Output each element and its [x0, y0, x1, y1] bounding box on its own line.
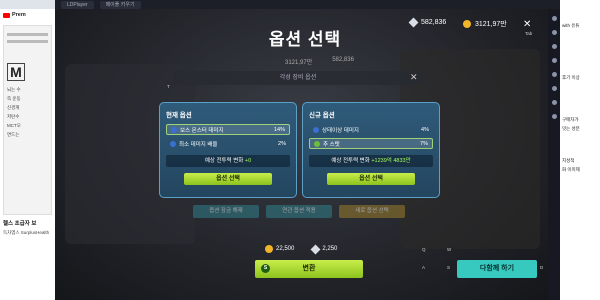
doc-heading: M: [7, 63, 25, 81]
option-value: 4%: [421, 126, 429, 133]
doc-text: MCT오: [7, 123, 21, 128]
sidebar-item[interactable]: 화 이미제: [562, 167, 598, 173]
power-change: 예상 전투력 변화 +1239억 4833만: [309, 155, 433, 167]
emulator-titlebar: LDPlayer 메이플 키우기: [55, 0, 600, 9]
key-hint: Q: [422, 247, 426, 252]
doc-text: 면드는: [7, 132, 20, 137]
green-dot-icon: [314, 140, 320, 147]
key-hint: T: [167, 84, 170, 89]
coin-cost: 22,500: [276, 246, 295, 252]
key-hint: A: [422, 265, 426, 270]
sidebar-item[interactable]: 잇는 성분: [562, 126, 598, 132]
tool-icon[interactable]: [551, 86, 557, 91]
doc-text: 신경계: [7, 105, 20, 110]
doc-text: 저탄수: [7, 114, 20, 119]
blue-dot-icon: [313, 126, 319, 133]
gem-icon: [310, 244, 321, 254]
key-badge-icon: S: [261, 264, 270, 273]
option-name: 상태이상 데미지: [322, 127, 359, 134]
right-browser-sidebar: with 유튜 후기 이상 구매자가 잇는 성분 지성적 화 이미제: [560, 0, 600, 300]
tab-ldplayer[interactable]: LDPlayer: [61, 0, 94, 9]
panel-header: 신규 옵션: [309, 112, 335, 119]
new-option-panel: 신규 옵션 상태이상 데미지 4% 추 스탯 7% 예상 전투력 변화 +123…: [302, 102, 440, 198]
browser-pane: Prem M 뇌는 수 즉 운동 신경계 저탄수 MCT오 면드는 헬스 초급자…: [0, 0, 55, 300]
bg-select-button: 새로 옵션 선택: [339, 205, 405, 218]
tool-icon[interactable]: [551, 16, 557, 21]
option-value: 14%: [273, 126, 285, 133]
power-change: 예상 전투력 변화 +0: [166, 155, 290, 167]
tool-icon[interactable]: [551, 58, 557, 63]
sidebar-item[interactable]: 지성적: [562, 158, 598, 164]
key-hint: D: [540, 265, 544, 270]
bg-gem-amount: 582,836: [332, 57, 354, 63]
power-change-label: 예상 전투력 변화: [331, 158, 370, 164]
tool-icon[interactable]: [551, 44, 557, 49]
doc-text: 뇌는 수: [7, 87, 21, 92]
blue-dot-icon: [170, 140, 176, 147]
current-option-panel: 현재 옵션 보스 몬스터 데미지 14% 최소 데미지 배율 2% 예상 전투력…: [159, 102, 297, 198]
browser-chrome: [0, 0, 55, 9]
youtube-header[interactable]: Prem: [0, 9, 55, 21]
dialog-header: 각성 장비 옵션: [173, 71, 423, 85]
coin-icon: [463, 20, 471, 28]
coin-amount: 3121,97만: [475, 21, 507, 28]
convert-cost: 22,500 2,250: [265, 244, 338, 254]
power-change-label: 예상 전투력 변화: [204, 158, 244, 164]
gem-icon: [408, 17, 419, 28]
sidebar-item[interactable]: 후기 이상: [562, 75, 598, 81]
gem-currency: 582,836: [408, 17, 447, 28]
video-title[interactable]: 헬스 초급자 보: [0, 219, 55, 227]
bg-lock-button: 옵션 잠금 해제: [193, 205, 259, 218]
power-change-value: +1239억 4833만: [371, 158, 411, 164]
bg-apply-button: 연관 옵션 적용: [266, 205, 332, 218]
game-screen[interactable]: 옵션 선택 582,836 3121,97만 ✕ Tab 3121,97만 58…: [55, 9, 548, 300]
panel-header: 현재 옵션: [166, 112, 192, 119]
gem-cost: 2,250: [322, 246, 338, 252]
sidebar-item[interactable]: with 유튜: [562, 23, 598, 29]
tool-icon[interactable]: [551, 114, 557, 119]
doc-text: 즉 운동: [7, 96, 21, 101]
option-name: 보스 몬스터 데미지: [180, 127, 224, 134]
doc-line: [7, 33, 48, 36]
youtube-logo-icon: [3, 12, 10, 18]
channel-name[interactable]: 득차엠스 SurplusHealth: [0, 227, 55, 239]
coin-currency: 3121,97만: [463, 19, 507, 29]
select-current-option-button[interactable]: 옵션 선택: [184, 173, 272, 185]
emulator-toolbar: [548, 10, 560, 300]
key-hint: W: [447, 247, 452, 252]
convert-button[interactable]: S 변환: [255, 260, 363, 278]
tool-icon[interactable]: [551, 72, 557, 77]
select-new-option-button[interactable]: 옵션 선택: [327, 173, 415, 185]
video-frame[interactable]: M 뇌는 수 즉 운동 신경계 저탄수 MCT오 면드는: [3, 25, 52, 215]
background-currency: 3121,97만 582,836: [285, 57, 354, 66]
tab-game[interactable]: 메이플 키우기: [99, 0, 141, 9]
coin-icon: [265, 245, 273, 253]
option-row[interactable]: 상태이상 데미지 4%: [309, 124, 433, 135]
blue-dot-icon: [171, 126, 177, 133]
option-value: 7%: [420, 140, 428, 147]
page-title: 옵션 선택: [268, 30, 342, 49]
option-value: 2%: [278, 140, 286, 147]
option-row[interactable]: 최소 데미지 배율 2%: [166, 138, 290, 149]
together-button[interactable]: 다함께 하기: [457, 260, 537, 278]
doc-line: [7, 40, 48, 43]
option-row[interactable]: 추 스탯 7%: [309, 138, 433, 149]
tool-icon[interactable]: [551, 30, 557, 35]
option-name: 최소 데미지 배율: [179, 141, 218, 148]
convert-label: 변환: [302, 265, 316, 272]
dialog-close-icon[interactable]: ✕: [410, 72, 418, 83]
option-row[interactable]: 보스 몬스터 데미지 14%: [166, 124, 290, 135]
youtube-logo-text: Prem: [12, 12, 26, 18]
power-change-value: +0: [244, 158, 252, 164]
sidebar-item[interactable]: 구매자가: [562, 117, 598, 123]
key-hint: S: [447, 265, 451, 270]
tool-icon[interactable]: [551, 100, 557, 105]
bg-coin-amount: 3121,97만: [285, 60, 313, 66]
tab-key-hint: Tab: [525, 31, 533, 36]
option-name: 추 스탯: [323, 141, 340, 148]
close-icon[interactable]: ✕: [523, 19, 531, 30]
gem-amount: 582,836: [421, 19, 447, 26]
